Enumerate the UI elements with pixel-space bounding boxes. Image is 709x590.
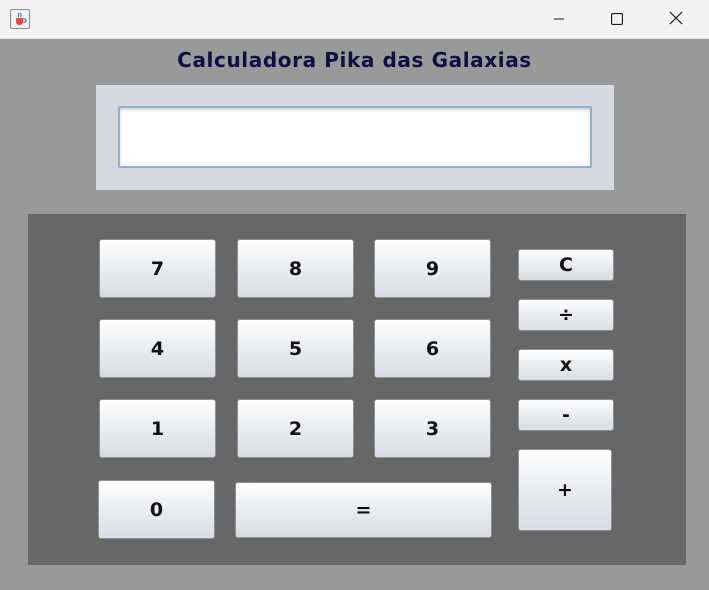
close-icon <box>669 10 683 29</box>
add-button[interactable]: + <box>518 449 612 531</box>
display-panel <box>96 85 614 190</box>
digit-6-button[interactable]: 6 <box>374 319 491 378</box>
minimize-button[interactable] <box>530 0 588 38</box>
subtract-button[interactable]: - <box>518 399 614 431</box>
java-cup-icon <box>10 9 30 29</box>
digit-0-button[interactable]: 0 <box>98 480 215 539</box>
digit-4-button[interactable]: 4 <box>99 319 216 378</box>
window-bottom-border <box>0 565 709 590</box>
digit-8-button[interactable]: 8 <box>237 239 354 298</box>
multiply-button[interactable]: x <box>518 349 614 381</box>
keypad-panel: 7 8 9 4 5 6 1 2 3 0 = C ÷ x - + <box>28 214 686 565</box>
equals-button[interactable]: = <box>235 482 492 538</box>
minimize-icon <box>553 10 565 29</box>
close-button[interactable] <box>647 0 705 38</box>
digit-7-button[interactable]: 7 <box>99 239 216 298</box>
display-field[interactable] <box>118 106 592 168</box>
clear-button[interactable]: C <box>518 249 614 281</box>
maximize-button[interactable] <box>588 0 646 38</box>
digit-2-button[interactable]: 2 <box>237 399 354 458</box>
divide-button[interactable]: ÷ <box>518 299 614 331</box>
digit-9-button[interactable]: 9 <box>374 239 491 298</box>
window-titlebar[interactable] <box>0 0 709 39</box>
app-title: Calculadora Pika das Galaxias <box>177 48 532 72</box>
digit-5-button[interactable]: 5 <box>237 319 354 378</box>
digit-3-button[interactable]: 3 <box>374 399 491 458</box>
maximize-icon <box>610 10 624 29</box>
digit-1-button[interactable]: 1 <box>99 399 216 458</box>
